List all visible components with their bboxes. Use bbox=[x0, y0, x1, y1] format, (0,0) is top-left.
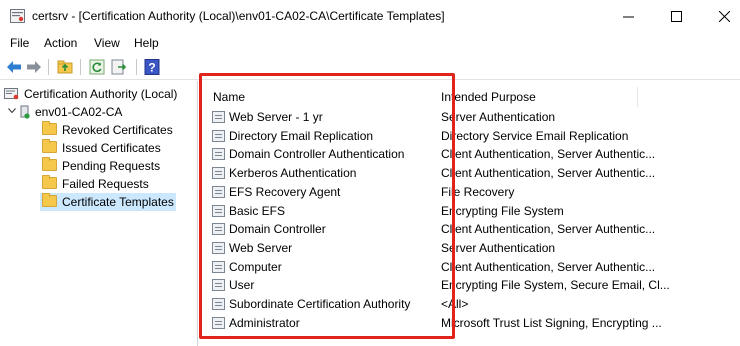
tree-item-label: Pending Requests bbox=[62, 159, 161, 173]
template-purpose: File Recovery bbox=[441, 184, 515, 199]
template-purpose: Client Authentication, Server Authentic.… bbox=[441, 166, 656, 181]
certificate-template-icon bbox=[212, 223, 225, 236]
template-purpose: <All> bbox=[441, 297, 469, 311]
menu-bar: File Action View Help bbox=[0, 33, 740, 53]
maximize-button[interactable] bbox=[653, 0, 699, 32]
certificate-template-icon bbox=[212, 148, 225, 161]
menu-file[interactable]: File bbox=[10, 36, 29, 50]
folder-icon bbox=[42, 121, 57, 135]
template-purpose: Directory Service Email Replication bbox=[441, 128, 629, 143]
menu-help[interactable]: Help bbox=[134, 36, 159, 50]
certificate-template-icon bbox=[212, 316, 225, 329]
list-row[interactable]: Administrator Microsoft Trust List Signi… bbox=[204, 314, 740, 333]
list-row[interactable]: Web Server Server Authentication bbox=[204, 239, 740, 258]
template-name: Directory Email Replication bbox=[229, 128, 374, 143]
template-purpose: Client Authentication, Server Authentic.… bbox=[441, 222, 656, 237]
window-title: certsrv - [Certification Authority (Loca… bbox=[32, 9, 445, 23]
certificate-template-icon bbox=[212, 129, 225, 142]
certificate-template-icon bbox=[212, 260, 225, 273]
up-folder-icon[interactable] bbox=[56, 58, 74, 76]
certificate-template-icon bbox=[212, 111, 225, 123]
column-divider[interactable] bbox=[637, 87, 638, 107]
column-header-intended-purpose[interactable]: Intended Purpose bbox=[441, 90, 536, 104]
list-row[interactable]: Basic EFS Encrypting File System bbox=[204, 202, 740, 221]
list-row[interactable]: Subordinate Certification Authority <All… bbox=[204, 295, 740, 314]
certificate-template-icon bbox=[212, 185, 225, 198]
certsrv-app-icon bbox=[10, 9, 25, 23]
forward-arrow-icon[interactable] bbox=[25, 58, 43, 76]
folder-icon bbox=[42, 175, 57, 189]
toolbar-separator bbox=[48, 59, 49, 75]
export-list-icon[interactable] bbox=[110, 58, 128, 76]
template-purpose: Server Authentication bbox=[441, 110, 556, 124]
toolbar-separator bbox=[136, 59, 137, 75]
template-name: EFS Recovery Agent bbox=[229, 184, 341, 199]
template-name: Subordinate Certification Authority bbox=[229, 297, 411, 311]
refresh-icon[interactable] bbox=[88, 58, 106, 76]
folder-icon bbox=[42, 139, 57, 153]
list-row[interactable]: Kerberos Authentication Client Authentic… bbox=[204, 164, 740, 183]
toolbar-separator bbox=[80, 59, 81, 75]
menu-view[interactable]: View bbox=[94, 36, 120, 50]
console-tree: Certification Authority (Local) env01-CA… bbox=[0, 81, 198, 346]
tree-root-label: Certification Authority (Local) bbox=[24, 87, 178, 101]
template-name: Computer bbox=[229, 259, 282, 274]
minimize-button[interactable] bbox=[605, 0, 651, 32]
folder-icon bbox=[42, 193, 57, 207]
chevron-down-icon[interactable] bbox=[8, 108, 16, 114]
tree-item-label: Certificate Templates bbox=[62, 195, 174, 209]
menu-action[interactable]: Action bbox=[44, 36, 77, 50]
tree-item-certificate-templates[interactable]: Certificate Templates bbox=[40, 193, 176, 211]
ca-server-icon bbox=[20, 105, 30, 119]
template-name: User bbox=[229, 278, 255, 293]
certificate-template-icon bbox=[212, 298, 225, 310]
template-name: Administrator bbox=[229, 315, 300, 330]
column-header-name[interactable]: Name bbox=[213, 90, 245, 104]
template-name: Web Server - 1 yr bbox=[229, 110, 323, 124]
tree-item-label: Failed Requests bbox=[62, 177, 149, 191]
template-purpose: Encrypting File System bbox=[441, 203, 564, 218]
template-purpose: Encrypting File System, Secure Email, Cl… bbox=[441, 278, 670, 293]
list-row[interactable]: Domain Controller Authentication Client … bbox=[204, 145, 740, 164]
list-row[interactable]: User Encrypting File System, Secure Emai… bbox=[204, 276, 740, 295]
tree-ca-label: env01-CA02-CA bbox=[35, 105, 123, 119]
list-row[interactable]: Domain Controller Client Authentication,… bbox=[204, 220, 740, 239]
list-row[interactable]: Directory Email Replication Directory Se… bbox=[204, 127, 740, 146]
certificate-template-icon bbox=[212, 204, 225, 217]
minimize-icon bbox=[622, 16, 634, 17]
template-name: Domain Controller Authentication bbox=[229, 147, 405, 162]
template-name: Kerberos Authentication bbox=[229, 166, 357, 181]
tree-item-label: Issued Certificates bbox=[62, 141, 161, 155]
certificate-template-icon bbox=[212, 241, 225, 254]
template-name: Domain Controller bbox=[229, 222, 326, 237]
template-purpose: Microsoft Trust List Signing, Encrypting… bbox=[441, 315, 662, 330]
toolbar: ? bbox=[0, 54, 740, 80]
certification-authority-icon bbox=[4, 88, 19, 100]
title-bar: certsrv - [Certification Authority (Loca… bbox=[0, 0, 740, 32]
list-row[interactable]: Computer Client Authentication, Server A… bbox=[204, 258, 740, 277]
template-list: Name Intended Purpose Web Server - 1 yr … bbox=[204, 81, 740, 346]
template-purpose: Server Authentication bbox=[441, 240, 556, 255]
list-row[interactable]: Web Server - 1 yr Server Authentication bbox=[204, 108, 740, 127]
template-purpose: Client Authentication, Server Authentic.… bbox=[441, 147, 656, 162]
tree-item-label: Revoked Certificates bbox=[62, 123, 173, 137]
svg-text:?: ? bbox=[148, 61, 155, 75]
close-button[interactable] bbox=[701, 0, 740, 32]
template-name: Basic EFS bbox=[229, 203, 286, 218]
certificate-template-icon bbox=[212, 167, 225, 180]
template-name: Web Server bbox=[229, 240, 293, 255]
list-row[interactable]: EFS Recovery Agent File Recovery bbox=[204, 183, 740, 202]
help-icon[interactable]: ? bbox=[143, 58, 161, 76]
folder-icon bbox=[42, 157, 57, 171]
template-purpose: Client Authentication, Server Authentic.… bbox=[441, 259, 656, 274]
close-icon bbox=[718, 10, 730, 22]
back-arrow-icon[interactable] bbox=[5, 58, 23, 76]
certificate-template-icon bbox=[212, 279, 225, 292]
maximize-icon bbox=[670, 10, 682, 22]
